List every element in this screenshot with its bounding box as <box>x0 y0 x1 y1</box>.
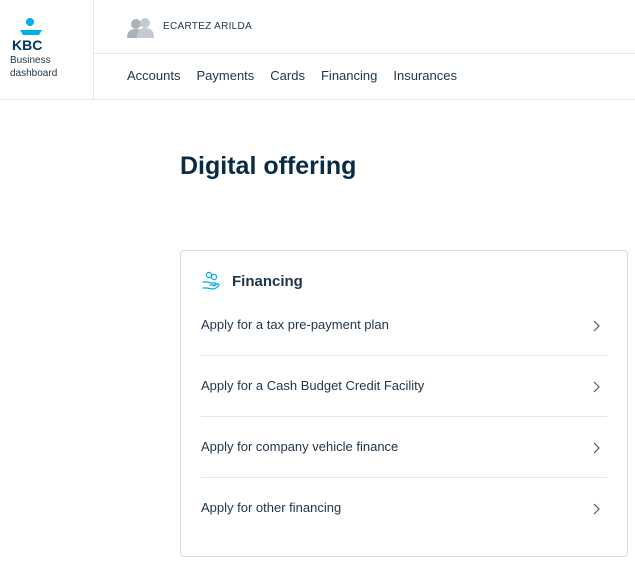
main-nav: Accounts Payments Cards Financing Insura… <box>127 68 473 83</box>
nav-item-cards[interactable]: Cards <box>270 68 305 83</box>
users-icon[interactable] <box>126 17 156 39</box>
financing-hand-coins-icon <box>202 271 220 290</box>
brand-subtitle-line2: dashboard <box>10 68 58 79</box>
kbc-logo: KBC <box>12 18 42 52</box>
brand-panel[interactable]: KBC Business dashboard <box>0 0 94 100</box>
list-item[interactable]: Apply for a Cash Budget Credit Facility <box>201 356 607 417</box>
list-item[interactable]: Apply for company vehicle finance <box>201 417 607 478</box>
financing-list: Apply for a tax pre-payment plan Apply f… <box>201 295 607 539</box>
nav-item-payments[interactable]: Payments <box>196 68 254 83</box>
svg-text:KBC: KBC <box>12 37 42 52</box>
list-item-label: Apply for other financing <box>201 500 342 515</box>
chevron-right-icon <box>593 503 600 515</box>
list-item-label: Apply for a Cash Budget Credit Facility <box>201 378 425 393</box>
card-header: Financing <box>201 271 303 291</box>
user-name[interactable]: ECARTEZ ARILDA <box>163 21 252 32</box>
nav-item-accounts[interactable]: Accounts <box>127 68 180 83</box>
list-item[interactable]: Apply for a tax pre-payment plan <box>201 295 607 356</box>
list-item-label: Apply for company vehicle finance <box>201 439 399 454</box>
chevron-right-icon <box>593 381 600 393</box>
app-header: KBC Business dashboard ECARTEZ ARILDA Ac… <box>0 0 635 100</box>
page-title: Digital offering <box>180 152 357 180</box>
list-item-label: Apply for a tax pre-payment plan <box>201 317 389 332</box>
brand-subtitle-line1: Business <box>10 55 51 66</box>
list-item[interactable]: Apply for other financing <box>201 478 607 539</box>
nav-item-insurances[interactable]: Insurances <box>393 68 457 83</box>
user-bar: ECARTEZ ARILDA <box>94 0 635 54</box>
chevron-right-icon <box>593 442 600 454</box>
brand-subtitle: Business dashboard <box>10 54 57 80</box>
card-title: Financing <box>232 272 303 290</box>
nav-item-financing[interactable]: Financing <box>321 68 377 83</box>
financing-card: Financing Apply for a tax pre-payment pl… <box>180 250 628 557</box>
chevron-right-icon <box>593 320 600 332</box>
